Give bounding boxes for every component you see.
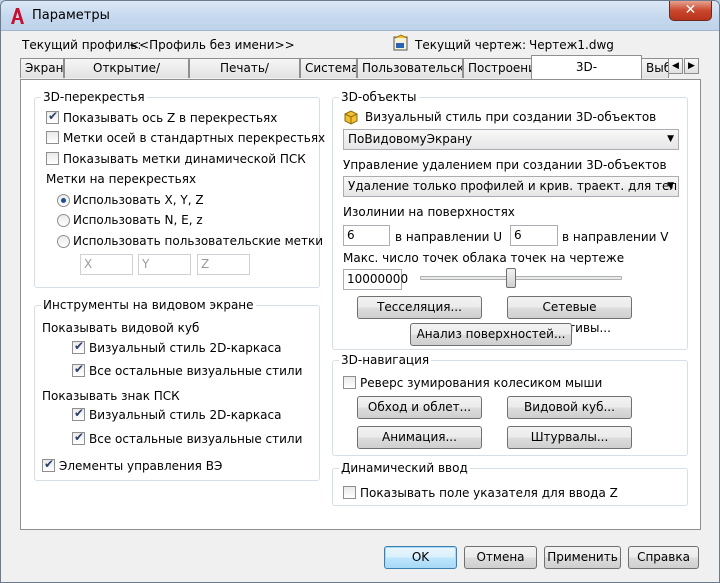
custom-x-input[interactable]: X bbox=[80, 254, 133, 275]
custom-y-input[interactable]: Y bbox=[138, 254, 191, 275]
options-dialog: Параметры ✕ Текущий профиль: <<Профиль б… bbox=[0, 0, 720, 583]
deletion-control-select[interactable]: Удаление только профилей и крив. траект.… bbox=[343, 176, 679, 197]
chevron-down-icon: ▼ bbox=[667, 181, 674, 191]
viewcube-button[interactable]: Видовой куб... bbox=[507, 396, 632, 419]
mesh-primitives-button[interactable]: Сетевые примитивы... bbox=[507, 296, 632, 335]
ok-button[interactable]: OK bbox=[384, 546, 457, 569]
drawing-value: Чертеж1.dwg bbox=[529, 38, 614, 52]
ucs-all-styles-checkbox[interactable] bbox=[72, 430, 85, 445]
tab-scroll-right-button[interactable]: ▶ bbox=[684, 58, 699, 74]
tab-drafting[interactable]: Построения bbox=[463, 58, 533, 78]
visual-style-value: ПоВидовомуЭкрану bbox=[348, 132, 473, 146]
ve-controls-label: Элементы управления ВЭ bbox=[59, 459, 223, 473]
point-cloud-slider-thumb[interactable] bbox=[506, 268, 517, 288]
show-z-axis-checkbox[interactable] bbox=[46, 109, 59, 124]
visual-style-select[interactable]: ПоВидовомуЭкрану ▼ bbox=[343, 129, 679, 150]
viewcube-all-styles-label: Все остальные визуальные стили bbox=[89, 364, 303, 378]
chevron-left-icon: ◀ bbox=[672, 61, 679, 71]
ucs-all-styles-label: Все остальные визуальные стили bbox=[89, 432, 303, 446]
tab-selection[interactable]: Выб bbox=[641, 58, 669, 78]
help-button[interactable]: Справка bbox=[628, 546, 699, 569]
tab-open-save[interactable]: Открытие/Сохранение bbox=[64, 58, 189, 78]
animation-button[interactable]: Анимация... bbox=[357, 426, 482, 449]
tab-scroll-left-button[interactable]: ◀ bbox=[668, 58, 683, 74]
deletion-control-value: Удаление только профилей и крив. траект.… bbox=[348, 179, 678, 193]
isolines-label: Изолинии на поверхностях bbox=[343, 205, 515, 219]
walk-fly-button[interactable]: Обход и облет... bbox=[357, 396, 482, 419]
drawing-label: Текущий чертеж: bbox=[415, 38, 527, 52]
tab-display[interactable]: Экран bbox=[20, 58, 64, 78]
ucs-2d-wireframe-label: Визуальный стиль 2D-каркаса bbox=[89, 408, 282, 422]
surface-analysis-button[interactable]: Анализ поверхностей... bbox=[410, 323, 572, 346]
navigation-3d-group-title: 3D-навигация bbox=[339, 353, 432, 367]
drawing-file-icon bbox=[393, 34, 408, 51]
tab-3d-modeling[interactable]: 3D-моделирование bbox=[531, 55, 642, 79]
point-cloud-input[interactable]: 10000000 bbox=[343, 269, 408, 290]
radio-use-xyz[interactable] bbox=[57, 194, 70, 207]
steering-wheels-button[interactable]: Штурвалы... bbox=[507, 426, 632, 449]
title-bar[interactable]: Параметры ✕ bbox=[1, 1, 719, 31]
pointer-input-z-label: Показывать поле указателя для ввода Z bbox=[360, 486, 618, 500]
custom-z-input[interactable]: Z bbox=[197, 254, 250, 275]
window-title: Параметры bbox=[32, 8, 110, 23]
isolines-u-input[interactable]: 6 bbox=[343, 225, 390, 246]
axis-labels-label: Метки осей в стандартных перекрестьях bbox=[63, 131, 326, 145]
dynamic-input-group-title: Динамический ввод bbox=[339, 461, 470, 475]
visual-style-label: Визуальный стиль при создании 3D-объекто… bbox=[365, 110, 657, 124]
profile-label: Текущий профиль: bbox=[22, 38, 142, 52]
isolines-v-label: в направлении V bbox=[562, 230, 669, 244]
visual-style-icon bbox=[344, 110, 358, 125]
point-cloud-label: Макс. число точек облака точек на чертеж… bbox=[343, 251, 625, 265]
isolines-v-input[interactable]: 6 bbox=[510, 225, 558, 246]
tab-plot-publish[interactable]: Печать/Публикация bbox=[189, 58, 300, 78]
close-icon: ✕ bbox=[684, 2, 697, 18]
crosshair-group-title: 3D-перекрестья bbox=[41, 90, 147, 104]
radio-use-nez-label: Использовать N, E, z bbox=[73, 213, 203, 227]
tab-system[interactable]: Система bbox=[300, 58, 357, 78]
apply-button[interactable]: Применить bbox=[544, 546, 621, 569]
reverse-zoom-label: Реверс зумирования колесиком мыши bbox=[360, 376, 603, 390]
dynamic-ucs-labels-checkbox[interactable] bbox=[46, 152, 59, 165]
crosshair-labels-title: Метки на перекрестьях bbox=[46, 172, 197, 186]
viewcube-all-styles-checkbox[interactable] bbox=[72, 362, 85, 377]
viewport-tools-group-title: Инструменты на видовом экране bbox=[41, 298, 256, 312]
chevron-right-icon: ▶ bbox=[688, 61, 695, 71]
profile-value: <<Профиль без имени>> bbox=[129, 38, 295, 52]
ucs-icon-title: Показывать знак ПСК bbox=[42, 389, 180, 403]
ucs-2d-wireframe-checkbox[interactable] bbox=[72, 406, 85, 421]
dynamic-ucs-labels-label: Показывать метки динамической ПСК bbox=[63, 152, 306, 166]
viewcube-2d-wireframe-label: Визуальный стиль 2D-каркаса bbox=[89, 341, 282, 355]
tab-panel-3d-modeling: 3D-перекрестья Показывать ось Z в перекр… bbox=[20, 79, 701, 530]
pointer-input-z-checkbox[interactable] bbox=[343, 486, 356, 499]
deletion-control-label: Управление удалением при создании 3D-объ… bbox=[343, 158, 667, 172]
point-cloud-slider-track[interactable] bbox=[420, 276, 622, 280]
isolines-u-label: в направлении U bbox=[395, 230, 503, 244]
tessellation-button[interactable]: Тесселяция... bbox=[357, 296, 482, 319]
radio-custom-labels[interactable] bbox=[57, 235, 70, 248]
radio-use-xyz-label: Использовать X, Y, Z bbox=[73, 193, 204, 207]
radio-custom-labels-label: Использовать пользовательские метки bbox=[73, 234, 324, 248]
cancel-button[interactable]: Отмена bbox=[464, 546, 537, 569]
show-z-axis-label: Показывать ось Z в перекрестьях bbox=[63, 111, 278, 125]
ve-controls-checkbox[interactable] bbox=[42, 457, 55, 472]
reverse-zoom-checkbox[interactable] bbox=[343, 376, 356, 389]
chevron-down-icon: ▼ bbox=[667, 134, 674, 144]
autocad-logo-icon bbox=[11, 8, 24, 24]
viewcube-title: Показывать видовой куб bbox=[42, 321, 200, 335]
viewcube-2d-wireframe-checkbox[interactable] bbox=[72, 339, 85, 354]
tab-user-preferences[interactable]: Пользовательские bbox=[357, 58, 463, 78]
radio-use-nez[interactable] bbox=[57, 214, 70, 227]
close-button[interactable]: ✕ bbox=[669, 1, 712, 21]
objects-3d-group-title: 3D-объекты bbox=[339, 90, 419, 104]
axis-labels-checkbox[interactable] bbox=[46, 131, 59, 144]
